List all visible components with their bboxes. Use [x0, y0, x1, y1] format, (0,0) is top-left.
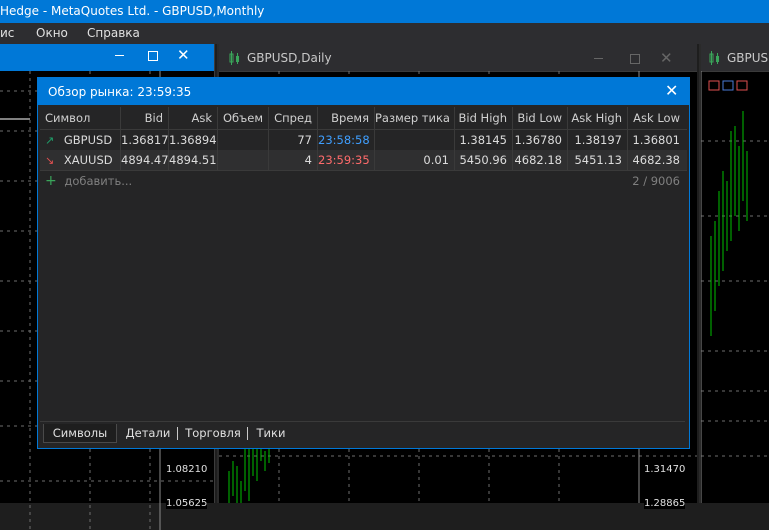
- column-header-bid-low[interactable]: Bid Low: [513, 107, 568, 129]
- table-row[interactable]: ↗ GBPUSD 1.36817 1.36894 77 23:58:58 1.3…: [40, 130, 687, 150]
- symbol-cell: ↘ XAUUSD: [40, 150, 121, 170]
- bid-high-cell: 1.38145: [455, 130, 513, 150]
- column-header-volume[interactable]: Объем: [218, 107, 269, 129]
- market-watch-tabs: Символы Детали Торговля Тики: [40, 421, 685, 444]
- market-watch-window[interactable]: Обзор рынка: 23:59:35 ✕ Символ Bid Ask О…: [37, 77, 690, 449]
- bid-cell: 1.36817: [121, 130, 169, 150]
- menu-bar: ис Окно Справка: [0, 23, 769, 44]
- add-symbol-cell[interactable]: + добавить...: [40, 171, 240, 191]
- ask-cell: 4894.51: [169, 150, 218, 170]
- chart-window-header: GBPUSD: [701, 44, 769, 72]
- plus-icon: +: [45, 173, 57, 189]
- window-titlebar: Hedge - MetaQuotes Ltd. - GBPUSD,Monthly: [0, 0, 769, 23]
- column-header-tick-size[interactable]: Размер тика: [375, 107, 455, 129]
- maximize-button[interactable]: [148, 51, 158, 61]
- column-header-spread[interactable]: Спред: [269, 107, 318, 129]
- table-header-row: Символ Bid Ask Объем Спред Время Размер …: [40, 107, 687, 129]
- minimize-button[interactable]: [115, 55, 124, 56]
- toolbar-icon: [708, 80, 720, 91]
- tab-symbols[interactable]: Символы: [43, 424, 117, 443]
- candles-icon: [229, 51, 239, 65]
- tab-details[interactable]: Детали: [119, 424, 177, 442]
- minimize-button[interactable]: [594, 58, 603, 59]
- close-icon[interactable]: ✕: [660, 49, 673, 67]
- column-header-symbol[interactable]: Символ: [40, 107, 121, 129]
- column-header-ask-high[interactable]: Ask High: [568, 107, 628, 129]
- price-label: 1.05625: [166, 498, 208, 509]
- chart-title: GBPUSD,Daily: [247, 51, 332, 65]
- chart-window-gbpusd[interactable]: GBPUSD: [699, 44, 769, 503]
- menu-item-help[interactable]: Справка: [87, 23, 140, 44]
- price-label: 1.31470: [644, 464, 686, 475]
- chart-plot: [701, 71, 769, 503]
- menu-item-service[interactable]: ис: [0, 23, 14, 44]
- arrow-up-icon: ↗: [45, 134, 55, 147]
- tick-size-cell: 0.01: [375, 150, 455, 170]
- tick-size-cell: [375, 130, 455, 150]
- toolbar-icon: [736, 80, 748, 91]
- column-header-bid-high[interactable]: Bid High: [455, 107, 513, 129]
- volume-cell: [218, 150, 269, 170]
- chart-title: GBPUSD: [727, 51, 769, 65]
- add-symbol-label: добавить...: [64, 174, 133, 188]
- spread-cell: 77: [269, 130, 318, 150]
- close-icon[interactable]: ✕: [665, 81, 678, 100]
- price-label: 1.28865: [644, 498, 686, 509]
- volume-cell: [218, 130, 269, 150]
- price-label: 1.08210: [166, 464, 208, 475]
- market-watch-header: Обзор рынка: 23:59:35 ✕: [38, 78, 689, 105]
- ask-high-cell: 1.38197: [568, 130, 628, 150]
- symbol-cell: ↗ GBPUSD: [40, 130, 121, 150]
- time-cell: 23:59:35: [318, 150, 375, 170]
- bid-low-cell: 4682.18: [513, 150, 568, 170]
- column-header-ask[interactable]: Ask: [169, 107, 218, 129]
- add-symbol-row[interactable]: + добавить... 2 / 9006: [40, 171, 687, 191]
- symbol-count: 2 / 9006: [632, 174, 680, 188]
- bid-low-cell: 1.36780: [513, 130, 568, 150]
- ask-low-cell: 1.36801: [632, 133, 680, 147]
- column-header-ask-low[interactable]: Ask Low: [628, 107, 685, 129]
- symbol-name: GBPUSD: [63, 133, 113, 147]
- symbol-name: XAUUSD: [63, 153, 113, 167]
- maximize-button[interactable]: [630, 54, 640, 64]
- market-watch-title: Обзор рынка: 23:59:35: [48, 85, 192, 99]
- chart-window-header: GBPUSD,Daily ✕: [219, 44, 697, 72]
- spread-cell: 4: [269, 150, 318, 170]
- candles-icon: [709, 51, 719, 65]
- toolbar-icon: [722, 80, 734, 91]
- bid-cell: 4894.47: [121, 150, 169, 170]
- column-header-bid[interactable]: Bid: [121, 107, 169, 129]
- window-title: Hedge - MetaQuotes Ltd. - GBPUSD,Monthly: [0, 4, 265, 18]
- tab-trading[interactable]: Торговля: [181, 424, 245, 442]
- tab-ticks[interactable]: Тики: [251, 424, 291, 442]
- ask-low-cell: 4682.38: [632, 153, 680, 167]
- arrow-down-icon: ↘: [45, 154, 55, 167]
- time-cell: 23:58:58: [318, 130, 375, 150]
- chart-window-header: ✕: [0, 44, 214, 71]
- column-header-time[interactable]: Время: [318, 107, 375, 129]
- ask-high-cell: 5451.13: [568, 150, 628, 170]
- menu-item-window[interactable]: Окно: [36, 23, 68, 44]
- ask-cell: 1.36894: [169, 130, 218, 150]
- close-icon[interactable]: ✕: [177, 46, 190, 64]
- table-row[interactable]: ↘ XAUUSD 4894.47 4894.51 4 23:59:35 0.01…: [40, 150, 687, 170]
- bid-high-cell: 5450.96: [455, 150, 513, 170]
